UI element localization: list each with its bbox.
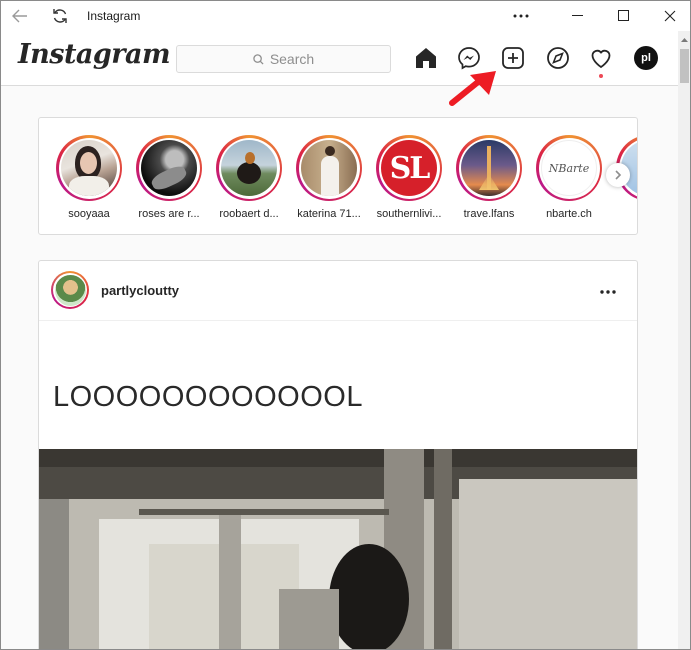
minimize-button[interactable]: [564, 1, 592, 31]
post-photo[interactable]: [39, 449, 637, 649]
activity-button[interactable]: [588, 45, 614, 71]
story-item[interactable]: roses are r...: [134, 135, 204, 220]
post-caption: LOOOOOOOOOOOOL: [53, 381, 363, 413]
title-bar: Instagram: [1, 1, 690, 31]
story-ring: [296, 135, 362, 201]
app-header: Instagram Search pl: [1, 31, 678, 86]
story-ring: [216, 135, 282, 201]
story-signature: NBarte: [548, 161, 590, 175]
red-pointer-arrow-icon: [449, 71, 496, 106]
stories-next-button[interactable]: [606, 163, 630, 187]
post-image: [39, 449, 637, 649]
explore-button[interactable]: [545, 45, 571, 71]
story-ring: NBarte: [536, 135, 602, 201]
explore-icon: [547, 47, 569, 69]
new-post-icon: [502, 47, 524, 69]
stories-tray: sooyaaa roses are r... roobaert d... kat…: [38, 117, 638, 235]
post-options-button[interactable]: [600, 281, 616, 299]
home-button[interactable]: [413, 45, 439, 71]
profile-button[interactable]: pl: [633, 45, 659, 71]
avatar: pl: [634, 46, 658, 70]
story-logo-text: SL: [389, 150, 431, 186]
story-item[interactable]: katerina 71...: [294, 135, 364, 220]
search-icon: [253, 53, 264, 65]
story-username: southernlivi...: [376, 208, 442, 220]
story-logo: NBarte: [541, 140, 597, 196]
story-username: roobaert d...: [219, 208, 279, 220]
story-item[interactable]: sooyaaa: [54, 135, 124, 220]
story-avatar: [221, 140, 277, 196]
scrollbar-thumb[interactable]: [680, 49, 689, 83]
story-avatar: [61, 140, 117, 196]
ellipsis-icon: [513, 14, 529, 18]
story-username: nbarte.ch: [546, 208, 592, 220]
instagram-logo[interactable]: Instagram: [18, 39, 171, 70]
story-username: mex: [609, 208, 637, 220]
story-username: sooyaaa: [68, 208, 110, 220]
story-username: trave.lfans: [463, 208, 515, 220]
more-options-button[interactable]: [507, 1, 535, 31]
post-avatar[interactable]: [51, 271, 89, 309]
window-title: Instagram: [87, 9, 141, 23]
notification-dot: [599, 74, 603, 78]
search-input[interactable]: Search: [176, 45, 391, 73]
story-avatar: [301, 140, 357, 196]
refresh-icon: [53, 9, 67, 23]
close-button[interactable]: [656, 1, 684, 31]
story-avatar: [461, 140, 517, 196]
maximize-button[interactable]: [610, 1, 638, 31]
heart-icon: [591, 49, 611, 69]
profile-initials: pl: [641, 52, 651, 64]
story-avatar: [141, 140, 197, 196]
back-arrow-icon: [12, 9, 27, 23]
minimize-icon: [572, 15, 583, 16]
post-username[interactable]: partlycloutty: [101, 283, 179, 298]
feed-post: partlycloutty LOOOOOOOOOOOOL: [38, 260, 638, 649]
refresh-button[interactable]: [45, 1, 75, 31]
story-ring: [56, 135, 122, 201]
story-ring: [456, 135, 522, 201]
story-username: katerina 71...: [297, 208, 361, 220]
app-window: Instagram Instagram Search pl sooyaaa ro…: [0, 0, 691, 650]
home-icon: [416, 48, 436, 68]
chevron-right-icon: [615, 170, 622, 180]
story-item[interactable]: roobaert d...: [214, 135, 284, 220]
vertical-scrollbar[interactable]: [678, 31, 690, 649]
story-item[interactable]: NBarte nbarte.ch: [534, 135, 604, 220]
new-post-button[interactable]: [500, 45, 526, 71]
search-placeholder: Search: [269, 51, 315, 67]
close-icon: [664, 10, 676, 22]
story-logo: SL: [381, 140, 437, 196]
story-username: roses are r...: [138, 208, 200, 220]
story-item[interactable]: SL southernlivi...: [374, 135, 444, 220]
maximize-icon: [618, 10, 629, 21]
ellipsis-icon: [600, 290, 616, 294]
story-ring: [136, 135, 202, 201]
post-header: partlycloutty: [39, 261, 637, 321]
story-ring: SL: [376, 135, 442, 201]
story-item[interactable]: trave.lfans: [454, 135, 524, 220]
back-button[interactable]: [5, 1, 35, 31]
scroll-up-icon[interactable]: [680, 35, 689, 44]
